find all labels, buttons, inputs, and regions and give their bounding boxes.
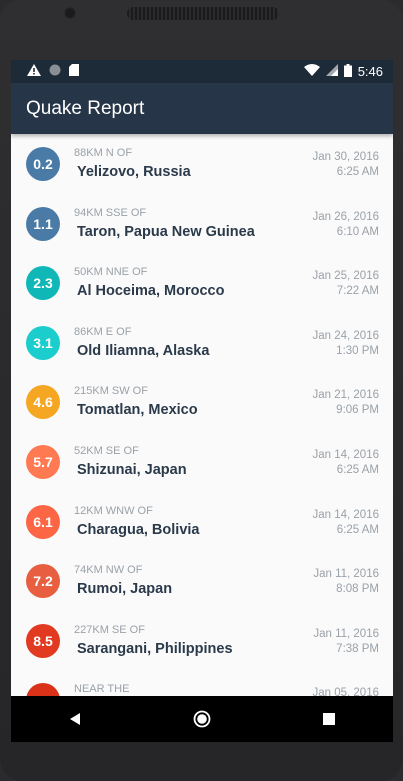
quake-time: 7:38 PM (336, 642, 379, 655)
primary-location: Old Iliamna, Alaska (77, 342, 210, 359)
location-offset: 215KM SW OF (74, 385, 148, 398)
location-offset: 50KM NNE OF (74, 266, 148, 279)
magnitude-badge: 4.6 (26, 385, 60, 420)
quake-date: Jan 25, 2016 (312, 270, 379, 283)
primary-location: Sarangani, Philippines (77, 640, 233, 657)
quake-time: 6:25 AM (336, 166, 379, 178)
clock: 5:46 (357, 64, 383, 79)
device-frame: 5:46 Quake Report 0.2 88KM N OF Yelizovo, … (0, 0, 403, 781)
sd-card-icon (69, 64, 79, 79)
primary-location: Charagua, Bolivia (77, 521, 200, 538)
app-title: Quake Report (26, 97, 145, 119)
quake-date: Jan 14, 2016 (312, 508, 379, 521)
quake-date: Jan 14, 2016 (312, 448, 379, 461)
primary-location: Tomatlan, Mexico (77, 402, 198, 419)
quake-time: 6:25 AM (336, 463, 379, 476)
signal-icon (325, 64, 338, 79)
location-offset: 86KM E OF (74, 325, 132, 338)
location-offset: 94KM SSE OF (74, 206, 147, 219)
speaker-grille (127, 7, 279, 20)
earthquake-list-item[interactable]: 2.3 50KM NNE OF Al Hoceima, Morocco Jan 25,… (11, 253, 393, 313)
primary-location: Rumoi, Japan (77, 581, 173, 598)
quake-date: Jan 30, 2016 (312, 151, 379, 163)
earthquake-list-item[interactable]: 6.1 12KM WNW OF Charagua, Bolivia Jan 14, 2… (11, 492, 393, 552)
primary-location: Yelizovo, Russia (77, 164, 191, 180)
location-offset: 74KM NW OF (74, 564, 143, 577)
magnitude-badge: 1.1 (26, 206, 60, 241)
magnitude-badge: 0.2 (26, 147, 60, 181)
warning-icon (27, 64, 41, 79)
magnitude-badge: 2.3 (26, 266, 60, 301)
earthquake-list[interactable]: 0.2 88KM N OF Yelizovo, Russia Jan 30, 2016… (11, 134, 393, 730)
recents-icon[interactable] (299, 696, 359, 742)
camera (64, 7, 76, 19)
circle-icon (49, 64, 61, 79)
primary-location: Taron, Papua New Guinea (77, 223, 255, 240)
wifi-icon (303, 64, 320, 79)
quake-time: 7:22 AM (336, 285, 379, 298)
primary-location: Shizunai, Japan (77, 461, 187, 478)
quake-date: Jan 24, 2016 (312, 329, 379, 342)
navigation-bar (11, 696, 393, 742)
quake-time: 6:25 AM (336, 523, 379, 536)
earthquake-list-item[interactable]: 3.1 86KM E OF Old Iliamna, Alaska Jan 24, 2… (11, 313, 393, 373)
status-bar: 5:46 (11, 60, 393, 83)
magnitude-badge: 7.2 (26, 564, 60, 599)
earthquake-list-item[interactable]: 0.2 88KM N OF Yelizovo, Russia Jan 30, 2016… (11, 134, 393, 194)
home-icon[interactable] (172, 696, 232, 742)
earthquake-list-item[interactable]: 4.6 215KM SW OF Tomatlan, Mexico Jan 21, 20… (11, 372, 393, 432)
quake-time: 8:08 PM (336, 583, 379, 596)
magnitude-badge: 6.1 (26, 504, 60, 539)
quake-date: Jan 26, 2016 (312, 210, 379, 223)
location-offset: NEAR THE (74, 683, 130, 696)
location-offset: 227KM SE OF (74, 623, 145, 636)
battery-icon (343, 63, 352, 80)
location-offset: 12KM WNW OF (74, 504, 153, 517)
quake-date: Jan 11, 2016 (313, 627, 379, 640)
back-icon[interactable] (45, 696, 105, 742)
quake-time: 1:30 PM (336, 344, 379, 357)
location-offset: 88KM N OF (74, 147, 133, 159)
location-offset: 52KM SE OF (74, 444, 139, 457)
screen: 5:46 Quake Report 0.2 88KM N OF Yelizovo, … (11, 60, 393, 742)
magnitude-badge: 5.7 (26, 444, 60, 479)
earthquake-list-item[interactable]: 1.1 94KM SSE OF Taron, Papua New Guinea Jan… (11, 194, 393, 254)
quake-time: 9:06 PM (336, 404, 379, 417)
primary-location: Al Hoceima, Morocco (77, 283, 225, 300)
quake-date: Jan 21, 2016 (312, 389, 379, 402)
earthquake-list-item[interactable]: 5.7 52KM SE OF Shizunai, Japan Jan 14, 2016… (11, 432, 393, 492)
magnitude-badge: 8.5 (26, 623, 60, 658)
magnitude-badge: 3.1 (26, 325, 60, 360)
quake-time: 6:10 AM (336, 225, 379, 238)
app-bar: Quake Report (11, 83, 393, 134)
quake-date: Jan 11, 2016 (313, 568, 379, 581)
earthquake-list-item[interactable]: 8.5 227KM SE OF Sarangani, Philippines Jan … (11, 611, 393, 671)
earthquake-list-item[interactable]: 7.2 74KM NW OF Rumoi, Japan Jan 11, 2016 8:0… (11, 551, 393, 611)
